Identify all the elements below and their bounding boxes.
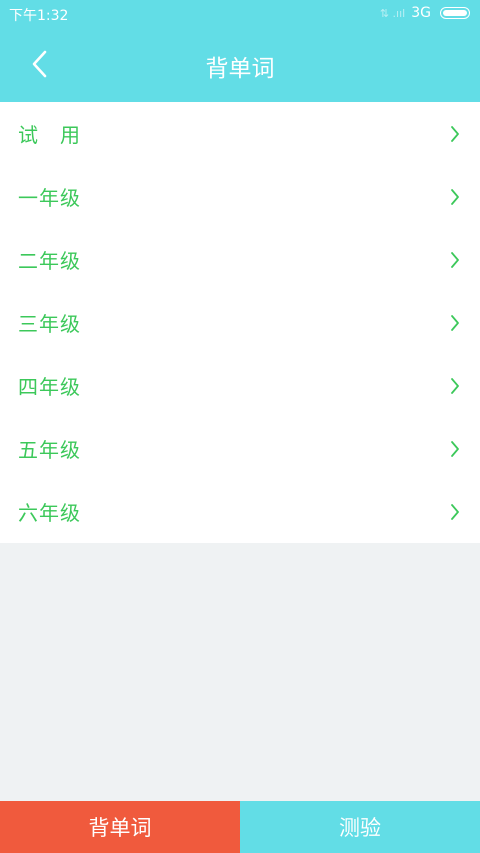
list-item-label: 一年级 — [18, 186, 81, 210]
chevron-right-icon — [451, 188, 459, 205]
bottom-tab-bar: 背单词 测验 — [0, 801, 480, 853]
tab-label: 背单词 — [88, 816, 152, 840]
chevron-right-icon — [451, 314, 459, 331]
list-item-label: 三年级 — [18, 312, 81, 336]
tab-vocabulary[interactable]: 背单词 — [0, 801, 240, 853]
chevron-right-icon — [451, 503, 459, 520]
list-item-grade-2[interactable]: 二年级 — [0, 228, 480, 291]
list-item-label: 二年级 — [18, 249, 81, 273]
list-item-label: 四年级 — [18, 375, 81, 399]
chevron-right-icon — [451, 125, 459, 142]
tab-label: 测验 — [339, 816, 381, 840]
page-title: 背单词 — [205, 56, 275, 82]
status-indicators: ⇅ .ııl 3G — [380, 5, 470, 21]
grade-list: 试 用 一年级 二年级 三年级 四年级 五年级 六年级 — [0, 102, 480, 543]
status-bar: 下午1:32 ⇅ .ııl 3G — [0, 0, 480, 27]
list-item-label: 六年级 — [18, 501, 81, 525]
signal-icon: ⇅ .ııl — [379, 6, 406, 20]
list-item-label: 五年级 — [18, 438, 81, 462]
list-item-trial[interactable]: 试 用 — [0, 102, 480, 165]
list-item-grade-3[interactable]: 三年级 — [0, 291, 480, 354]
list-item-grade-6[interactable]: 六年级 — [0, 480, 480, 543]
network-type: 3G — [411, 5, 431, 21]
list-item-grade-4[interactable]: 四年级 — [0, 354, 480, 417]
tab-quiz[interactable]: 测验 — [240, 801, 480, 853]
chevron-right-icon — [451, 251, 459, 268]
chevron-right-icon — [451, 377, 459, 394]
app-header: 背单词 — [0, 27, 480, 102]
chevron-right-icon — [451, 440, 459, 457]
list-item-grade-5[interactable]: 五年级 — [0, 417, 480, 480]
status-time: 下午1:32 — [9, 8, 69, 24]
list-item-label: 试 用 — [18, 123, 81, 147]
battery-icon — [440, 7, 470, 19]
list-item-grade-1[interactable]: 一年级 — [0, 165, 480, 228]
